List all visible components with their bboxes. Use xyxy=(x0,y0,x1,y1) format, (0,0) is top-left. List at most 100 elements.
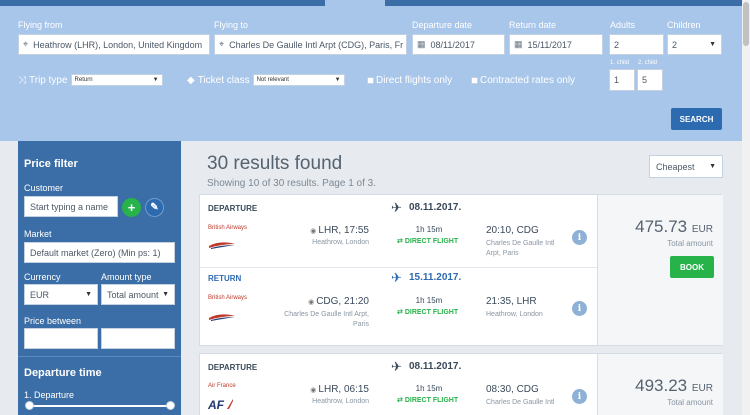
departure-time-value: CDG, 21:20 xyxy=(316,296,369,307)
result-card: DEPARTURE ✈ 08.11.2017. Air France AF ◉ L… xyxy=(199,353,723,415)
origin-dot-icon: ◉ xyxy=(308,299,315,306)
filter-sidebar: Price filter Customer Start typing a nam… xyxy=(18,141,181,415)
ticket-class-select[interactable]: Not relevant ▼ xyxy=(252,74,345,86)
flying-to-label: Flying to xyxy=(214,20,249,30)
amount-type-select[interactable]: Total amount ▼ xyxy=(101,284,175,305)
ticket-class-label: Ticket class xyxy=(197,74,250,86)
flying-to-input[interactable]: ⌖ Charles De Gaulle Intl Arpt (CDG), Par… xyxy=(214,34,407,55)
flying-to-value: Charles De Gaulle Intl Arpt (CDG), Paris… xyxy=(229,39,404,50)
info-icon[interactable]: i xyxy=(572,389,587,404)
child2-age-input[interactable]: 5 xyxy=(637,69,663,91)
segment-label: DEPARTURE xyxy=(208,363,258,372)
sort-select[interactable]: Cheapest ▼ xyxy=(649,155,723,178)
exchange-icon: ⇄ xyxy=(397,397,403,404)
amount-type-value: Total amount xyxy=(107,289,159,300)
direct-flight-badge: ⇄ DIRECT FLIGHT xyxy=(397,308,458,316)
tab-left[interactable] xyxy=(0,0,325,6)
adults-value: 2 xyxy=(614,39,620,50)
segment-date: 08.11.2017. xyxy=(409,202,462,213)
flight-duration: 1h 15m xyxy=(415,296,443,305)
trip-type-label: Trip type xyxy=(29,74,68,86)
sort-value: Cheapest xyxy=(656,161,695,172)
chevron-down-icon: ▼ xyxy=(709,163,716,170)
airline-name: Air France xyxy=(208,383,236,389)
price-min-input[interactable] xyxy=(24,328,98,349)
trip-type-value: Return xyxy=(74,77,93,83)
search-panel: Flying from ⌖ Heathrow (LHR), London, Un… xyxy=(0,0,742,141)
segment-divider xyxy=(200,267,597,268)
results-subtitle: Showing 10 of 30 results. Page 1 of 3. xyxy=(207,178,376,189)
calendar-icon: ▦ xyxy=(514,39,523,49)
location-icon: ⌖ xyxy=(23,39,29,49)
page-scrollbar[interactable] xyxy=(742,0,750,415)
children-select[interactable]: 2 ▼ xyxy=(667,34,722,55)
chevron-down-icon: ▼ xyxy=(85,291,92,298)
currency-label: Currency xyxy=(24,272,61,282)
segment-label: RETURN xyxy=(208,274,242,283)
airline-name: British Airways xyxy=(208,295,248,301)
info-icon[interactable]: i xyxy=(572,301,587,316)
contracted-rates-row[interactable]: Contracted rates only xyxy=(471,73,575,87)
return-date-input[interactable]: ▦ 15/11/2017 xyxy=(509,34,603,55)
market-value: Default market (Zero) (Min ps: 1) xyxy=(30,247,161,258)
direct-flights-checkbox[interactable] xyxy=(367,76,374,84)
contracted-rates-checkbox[interactable] xyxy=(471,76,478,84)
departure-time: ◉ CDG, 21:20 xyxy=(308,296,369,307)
book-button[interactable]: BOOK xyxy=(670,256,714,278)
plane-icon: ✈ xyxy=(391,359,402,374)
customer-placeholder: Start typing a name xyxy=(30,201,109,212)
direct-flight-badge: ⇄ DIRECT FLIGHT xyxy=(397,237,458,245)
info-icon[interactable]: i xyxy=(572,230,587,245)
total-amount-label: Total amount xyxy=(667,239,713,248)
flight-duration: 1h 15m xyxy=(415,384,443,393)
contracted-rates-label: Contracted rates only xyxy=(480,74,576,86)
market-label: Market xyxy=(24,229,52,239)
flight-duration: 1h 15m xyxy=(415,225,443,234)
departure-date-input[interactable]: ▦ 08/11/2017 xyxy=(412,34,505,55)
tab-right[interactable] xyxy=(385,0,742,6)
departure-date-label: Departure date xyxy=(412,20,473,30)
departure-time-heading: Departure time xyxy=(24,367,102,379)
exchange-icon: ⇄ xyxy=(397,238,403,245)
search-button[interactable]: SEARCH xyxy=(671,108,722,130)
price-max-input[interactable] xyxy=(101,328,175,349)
price-currency: EUR xyxy=(691,224,713,235)
child1-age-input[interactable]: 1 xyxy=(609,69,635,91)
price-amount: 475.73 xyxy=(635,217,688,236)
scrollbar-thumb[interactable] xyxy=(743,2,749,46)
direct-flight-text: DIRECT FLIGHT xyxy=(404,238,459,245)
market-select[interactable]: Default market (Zero) (Min ps: 1) xyxy=(24,242,175,263)
origin-dot-icon: ◉ xyxy=(310,387,317,394)
result-card: DEPARTURE ✈ 08.11.2017. British Airways … xyxy=(199,194,723,346)
departure-place: Heathrow, London xyxy=(312,239,369,246)
child2-label: 2. child xyxy=(638,60,658,66)
flying-from-input[interactable]: ⌖ Heathrow (LHR), London, United Kingdom xyxy=(18,34,210,55)
slider-min-handle[interactable] xyxy=(25,401,34,410)
arrival-place: Heathrow, London xyxy=(486,311,543,318)
departure-time-value: LHR, 17:55 xyxy=(318,225,369,236)
customer-input[interactable]: Start typing a name xyxy=(24,196,118,217)
slider-max-handle[interactable] xyxy=(166,401,175,410)
price-currency: EUR xyxy=(691,383,713,394)
trip-type-select[interactable]: Return ▼ xyxy=(70,74,163,86)
departure-slider-label: 1. Departure xyxy=(24,390,75,400)
direct-flights-row[interactable]: Direct flights only xyxy=(367,73,452,87)
price-panel: 475.73 EUR Total amount BOOK xyxy=(597,195,723,345)
chevron-down-icon: ▼ xyxy=(162,291,169,298)
exchange-icon: ⇄ xyxy=(397,309,403,316)
ticket-class-row: ◆ Ticket class Not relevant ▼ xyxy=(187,73,345,87)
adults-input[interactable]: 2 xyxy=(609,34,664,55)
arrival-place: Charles De Gaulle Intl Arpt, Paris xyxy=(486,240,555,257)
arrival-time: 08:30, CDG xyxy=(486,384,539,395)
direct-flights-label: Direct flights only xyxy=(376,74,453,86)
results-title: 30 results found xyxy=(207,153,343,174)
return-date-label: Return date xyxy=(509,20,557,30)
currency-select[interactable]: EUR ▼ xyxy=(24,284,98,305)
add-customer-button[interactable]: + xyxy=(122,198,141,217)
segment-date: 08.11.2017. xyxy=(409,361,462,372)
location-icon: ⌖ xyxy=(219,39,225,49)
child1-value: 1 xyxy=(614,75,620,85)
departure-time-slider[interactable] xyxy=(28,405,170,407)
chevron-down-icon: ▼ xyxy=(152,77,159,83)
edit-customer-button[interactable]: ✎ xyxy=(145,198,164,217)
